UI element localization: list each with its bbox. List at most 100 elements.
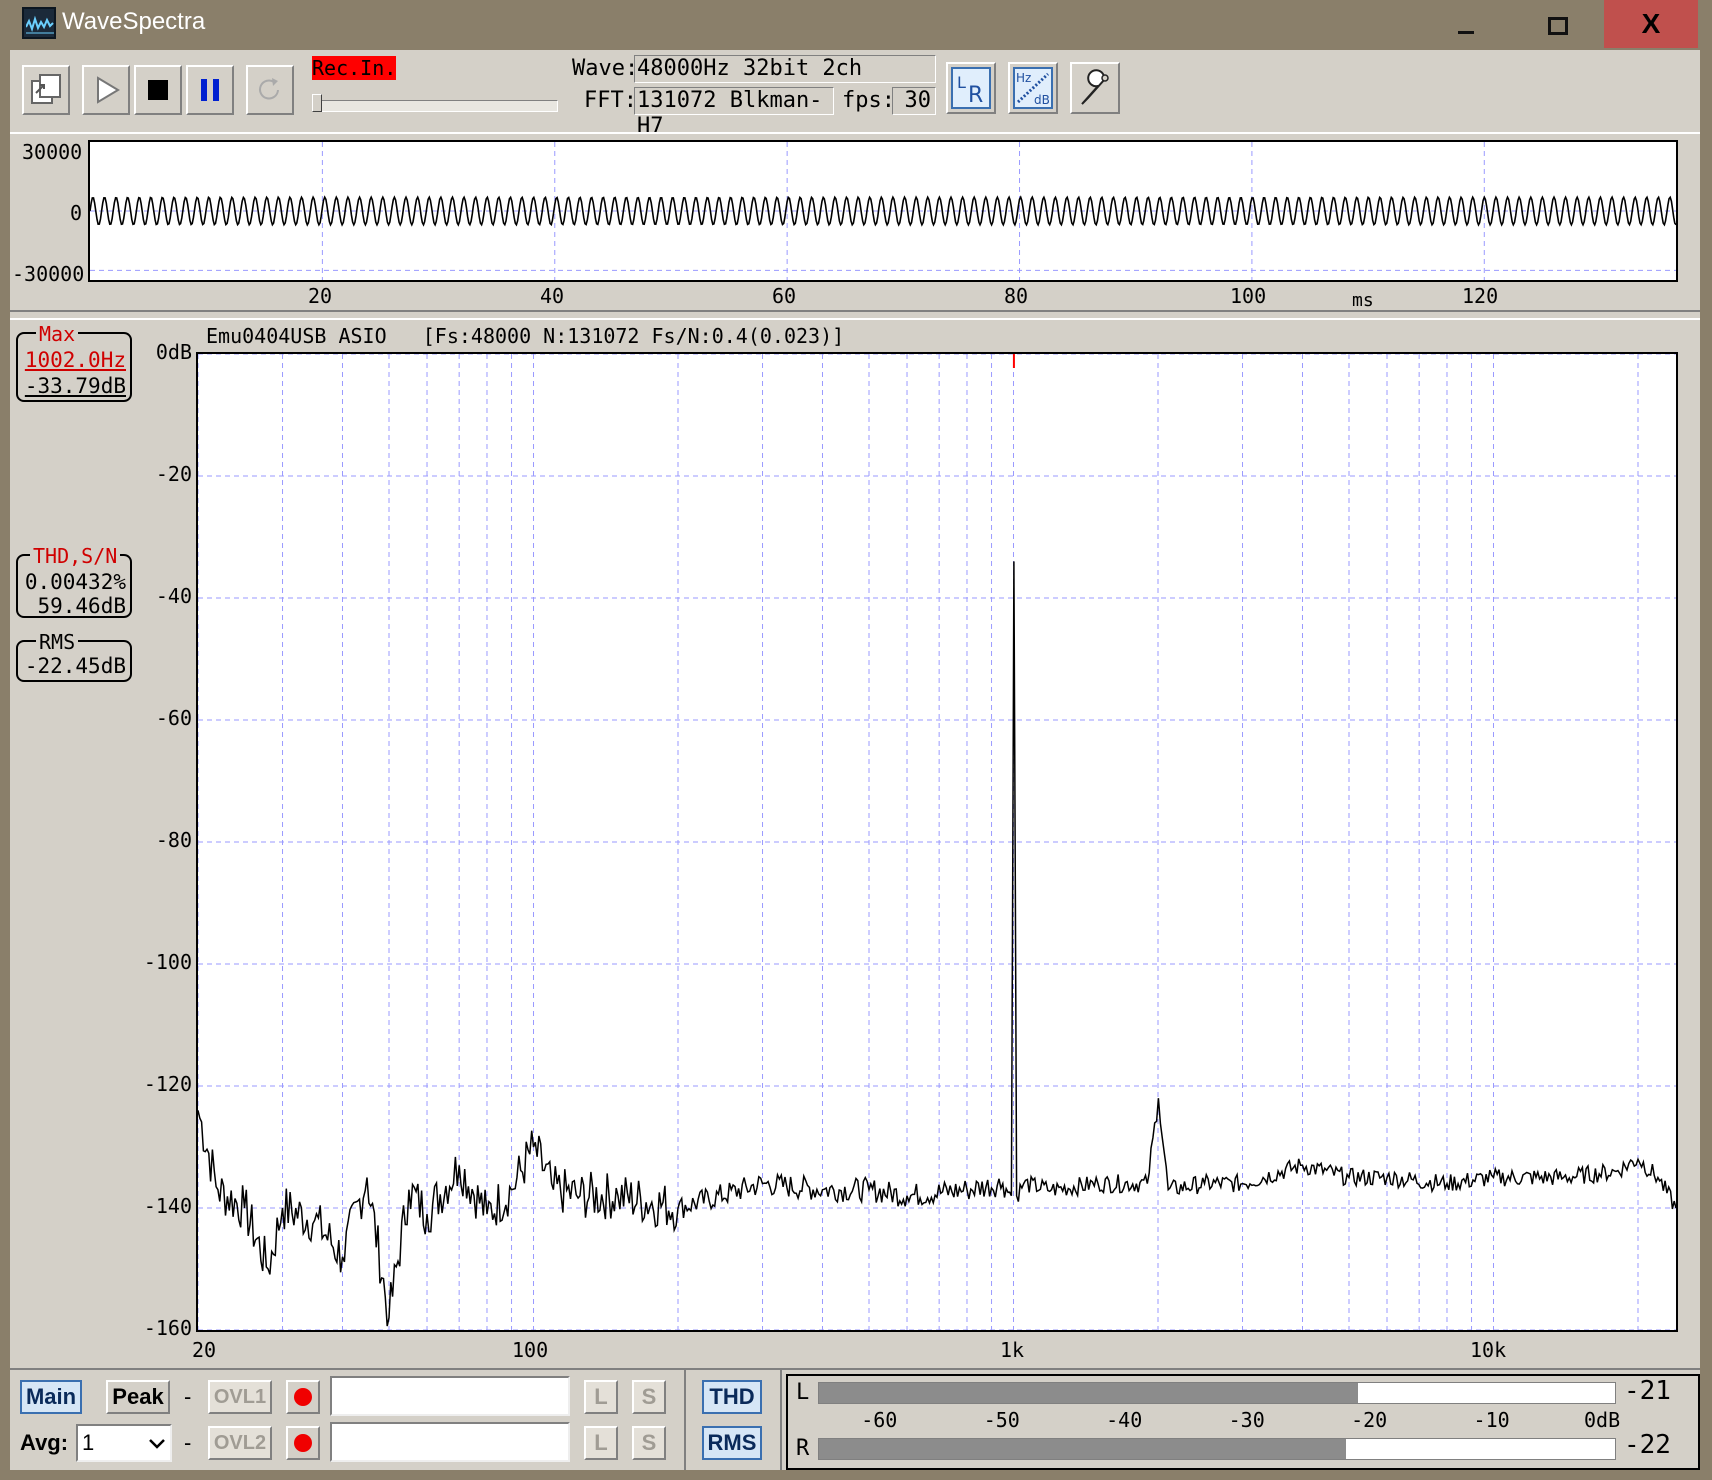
level-meter: L -21 -60 -50 -40 -30 -20 -10 0dB R -22 xyxy=(786,1374,1700,1470)
spec-y-tick: -100 xyxy=(143,950,192,974)
open-file-button[interactable] xyxy=(22,65,70,115)
app-icon xyxy=(22,7,56,39)
main-button[interactable]: Main xyxy=(20,1380,82,1414)
avg-label: Avg: xyxy=(20,1430,69,1455)
settings-button[interactable] xyxy=(1070,62,1120,114)
spec-x-tick: 10k xyxy=(1470,1338,1507,1362)
lr-icon: LR xyxy=(951,67,991,109)
slider-thumb[interactable] xyxy=(312,94,322,112)
meter-r-label: R xyxy=(796,1436,810,1461)
close-icon: X xyxy=(1641,8,1661,39)
spec-y-tick: 0dB xyxy=(155,340,192,364)
chevron-down-icon xyxy=(149,1439,165,1449)
play-button[interactable] xyxy=(82,65,130,115)
wave-y-tick: 0 xyxy=(70,201,83,225)
meter-scale-tick: -10 xyxy=(1473,1408,1510,1432)
svg-text:R: R xyxy=(968,83,983,108)
window-title: WaveSpectra xyxy=(62,8,206,35)
spectrum-trace xyxy=(198,561,1676,1327)
peak-button[interactable]: Peak xyxy=(106,1380,170,1414)
thd-readout: THD,S/N 0.00432% 59.46dB xyxy=(16,544,132,618)
ovl2-button[interactable]: OVL2 xyxy=(208,1426,272,1460)
thd-button[interactable]: THD xyxy=(702,1380,762,1414)
spec-y-tick: -40 xyxy=(155,584,192,608)
rms-button[interactable]: RMS xyxy=(702,1426,762,1460)
separator-dash: - xyxy=(184,1384,192,1409)
ovl2-load-button[interactable]: L xyxy=(584,1426,618,1460)
wrench-icon xyxy=(1081,69,1109,105)
lr-channel-button[interactable]: LR xyxy=(946,62,996,114)
ovl2-save-button[interactable]: S xyxy=(632,1426,666,1460)
stop-button[interactable] xyxy=(134,65,182,115)
meter-l-label: L xyxy=(796,1380,810,1405)
meter-scale-tick: -40 xyxy=(1106,1408,1143,1432)
wave-x-tick: 20 xyxy=(308,284,333,308)
meter-scale-tick: -20 xyxy=(1351,1408,1388,1432)
meter-scale-tick: -30 xyxy=(1228,1408,1265,1432)
hz-db-scale-button[interactable]: Hz dB xyxy=(1008,62,1058,114)
ovl1-save-button[interactable]: S xyxy=(632,1380,666,1414)
input-level-slider[interactable] xyxy=(312,94,558,112)
ovl1-name-input[interactable] xyxy=(330,1376,570,1416)
meter-l-value: -21 xyxy=(1624,1376,1671,1406)
spectrum-plot[interactable] xyxy=(196,352,1678,1332)
ovl2-record-button[interactable] xyxy=(286,1426,320,1460)
thd-title: THD,S/N xyxy=(30,544,121,568)
avg-select[interactable]: 1 xyxy=(76,1424,172,1462)
spectrum-header: Emu0404USB ASIO [Fs:48000 N:131072 Fs/N:… xyxy=(206,324,845,348)
pause-icon xyxy=(201,79,219,101)
wave-label: Wave: xyxy=(572,56,639,81)
svg-text:L: L xyxy=(957,73,966,92)
meter-l-bar xyxy=(819,1383,1358,1403)
sn-value: 59.46dB xyxy=(37,594,126,618)
minimize-button[interactable] xyxy=(1420,0,1512,48)
waveform-plot[interactable] xyxy=(88,140,1678,282)
spec-y-tick: -80 xyxy=(155,828,192,852)
wave-x-tick: 40 xyxy=(540,284,565,308)
pause-button[interactable] xyxy=(186,65,234,115)
close-button[interactable]: X xyxy=(1604,0,1698,48)
toolbar: Rec.In. Wave: 48000Hz 32bit 2ch FFT: 131… xyxy=(10,50,1700,139)
spec-x-tick: 100 xyxy=(512,1338,549,1362)
file-open-icon xyxy=(31,74,61,104)
loop-button[interactable] xyxy=(246,65,294,115)
wave-format-field: 48000Hz 32bit 2ch xyxy=(634,55,936,83)
spec-y-tick: -160 xyxy=(143,1316,192,1340)
ovl2-name-input[interactable] xyxy=(330,1422,570,1462)
divider xyxy=(780,1370,782,1470)
spec-y-tick: -60 xyxy=(155,706,192,730)
meter-r-value: -22 xyxy=(1624,1430,1671,1460)
thd-value: 0.00432% xyxy=(24,570,126,594)
fft-setting-field: 131072 Blkman-H7 xyxy=(634,87,834,139)
ovl1-button[interactable]: OVL1 xyxy=(208,1380,272,1414)
rms-value: -22.45dB xyxy=(24,654,126,678)
record-dot-icon xyxy=(294,1388,312,1406)
meter-scale-tick: -60 xyxy=(861,1408,898,1432)
meter-scale-tick: -50 xyxy=(983,1408,1020,1432)
fps-field: 30 xyxy=(892,87,936,115)
spec-y-tick: -140 xyxy=(143,1194,192,1218)
wave-x-tick: 100 xyxy=(1230,284,1267,308)
wave-x-tick: 80 xyxy=(1004,284,1029,308)
refresh-icon xyxy=(259,78,279,100)
maximize-icon xyxy=(1548,16,1568,35)
meter-l-track xyxy=(818,1382,1616,1404)
slider-track xyxy=(312,100,558,112)
separator-dash: - xyxy=(184,1430,192,1455)
stop-icon xyxy=(148,80,168,100)
ovl1-record-button[interactable] xyxy=(286,1380,320,1414)
wave-x-unit: ms xyxy=(1352,290,1374,311)
meter-r-track xyxy=(818,1438,1616,1460)
avg-value: 1 xyxy=(82,1430,95,1455)
waveform-svg xyxy=(90,142,1676,280)
record-dot-icon xyxy=(294,1434,312,1452)
hz-db-icon: HzdB xyxy=(1013,67,1053,109)
max-title: Max xyxy=(36,322,79,346)
play-icon xyxy=(97,76,120,104)
wave-x-tick: 120 xyxy=(1462,284,1499,308)
meter-r-bar xyxy=(819,1439,1346,1459)
maximize-button[interactable] xyxy=(1512,0,1604,48)
svg-text:Hz: Hz xyxy=(1016,71,1031,85)
spec-y-tick: -120 xyxy=(143,1072,192,1096)
ovl1-load-button[interactable]: L xyxy=(584,1380,618,1414)
